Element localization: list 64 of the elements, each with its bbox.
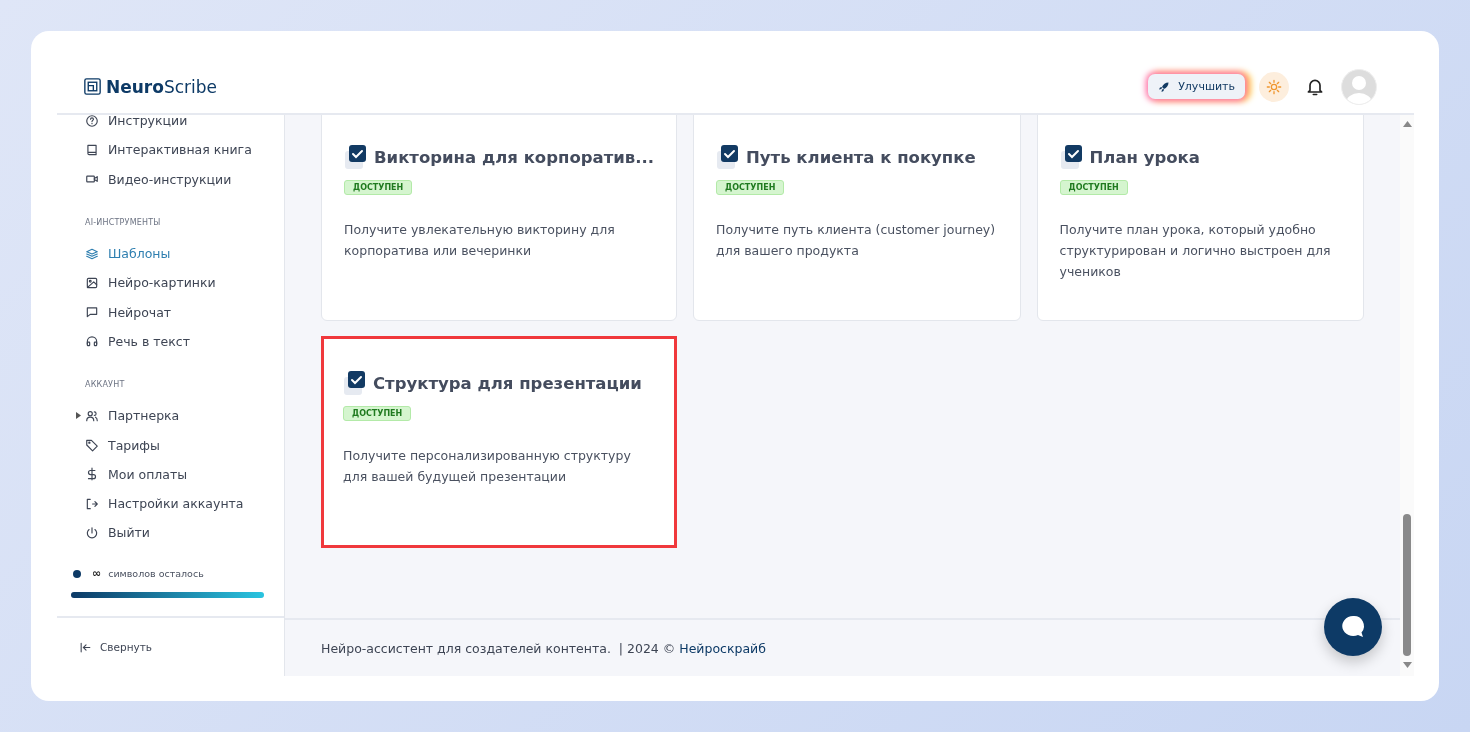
status-dot <box>73 569 81 578</box>
card-description: Получите увлекательную викторину для корпоратива или вечеринки <box>344 221 616 260</box>
template-card[interactable]: Путь клиента к покупке ДОСТУПЕН Получите путь клиента (customer journey) для вашего продукта <box>693 115 1021 321</box>
template-card[interactable]: Структура для презентации ДОСТУПЕН Получите персонализированную структуру для вашей будущей презентации <box>321 336 678 548</box>
collapse-button[interactable]: Свернуть <box>79 640 153 654</box>
checkbox-icon <box>343 370 367 396</box>
status-badge: ДОСТУПЕН <box>716 180 785 195</box>
card-title: Путь клиента к покупке <box>746 147 976 167</box>
tag-icon <box>85 438 99 452</box>
sidebar-item[interactable]: Партнерка <box>85 401 180 431</box>
chat-icon <box>85 305 99 320</box>
sun-icon <box>1266 78 1282 95</box>
status-badge: ДОСТУПЕН <box>1059 180 1128 195</box>
book-icon <box>85 142 99 157</box>
status-badge: ДОСТУПЕН <box>343 406 412 421</box>
scroll-thumb[interactable] <box>1403 514 1411 656</box>
scroll-down-icon[interactable] <box>1402 662 1412 668</box>
logo-text: NeuroScribe <box>106 76 218 97</box>
scrollbar[interactable] <box>1400 115 1414 676</box>
sidebar-item[interactable]: Нейро-картинки <box>85 268 216 298</box>
sidebar-item[interactable]: Мои оплаты <box>85 459 188 489</box>
sidebar-item[interactable]: Инструкции <box>85 106 188 136</box>
caret-icon[interactable] <box>76 412 81 420</box>
card-title: Структура для презентации <box>373 373 642 393</box>
sidebar-item[interactable]: Интерактивная книга <box>85 135 252 165</box>
collapse-icon <box>79 640 92 654</box>
footer-text: Нейро-ассистент для создателей контента. | 2024 © Нейроскрайб <box>321 640 766 656</box>
users-icon <box>85 408 99 423</box>
card-title: План урока <box>1089 147 1200 167</box>
scroll-up-icon[interactable] <box>1402 121 1412 127</box>
headphones-icon <box>85 334 99 349</box>
sidebar-item[interactable]: Шаблоны <box>85 238 171 269</box>
sidebar-item[interactable]: Видео-инструкции <box>85 164 232 194</box>
checkbox-icon <box>716 144 741 170</box>
layers-icon <box>85 246 99 261</box>
credits-amount: ∞ <box>92 567 102 580</box>
status-badge: ДОСТУПЕН <box>344 180 413 195</box>
power-icon <box>85 525 99 540</box>
section-title: АККАУНТ <box>85 380 126 390</box>
footer-link[interactable]: Нейроскрайб <box>679 640 766 656</box>
sidebar-item[interactable]: Речь в текст <box>85 326 190 357</box>
card-description: Получите персонализированную структуру для вашей будущей презентации <box>343 447 632 486</box>
card-description: Получите план урока, который удобно структурирован и логично выстроен для учеников <box>1059 221 1332 281</box>
credits-label: символов осталось <box>108 568 204 579</box>
section-title: AI-ИНСТРУМЕНТЫ <box>85 217 162 227</box>
upgrade-button[interactable]: Улучшить <box>1148 74 1245 99</box>
template-card[interactable]: План урока ДОСТУПЕН Получите план урока, который удобно структурирован и логично выстроен для учеников <box>1036 115 1364 321</box>
checkbox-icon <box>1059 144 1084 170</box>
chat-button[interactable] <box>1324 598 1382 656</box>
card-description: Получите путь клиента (customer journey) для вашего продукта <box>716 221 997 260</box>
image-icon <box>85 275 99 290</box>
sidebar-item[interactable]: Тарифы <box>85 430 160 460</box>
sidebar-item[interactable]: Настройки аккаунта <box>85 488 244 519</box>
dollar-icon <box>85 467 99 482</box>
help-icon <box>85 113 99 128</box>
sidebar-item[interactable]: Нейрочат <box>85 297 172 327</box>
card-title: Викторина для корпоратив... <box>374 147 655 167</box>
checkbox-icon <box>344 144 368 170</box>
logout-icon <box>85 496 99 511</box>
rocket-icon <box>1158 80 1171 93</box>
logo-icon <box>84 78 101 95</box>
template-card[interactable]: Викторина для корпоратив... ДОСТУПЕН Получите увлекательную викторину для корпоратива или вечеринки <box>321 115 678 321</box>
sidebar-item[interactable]: Выйти <box>85 518 150 548</box>
theme-toggle[interactable] <box>1259 71 1289 102</box>
